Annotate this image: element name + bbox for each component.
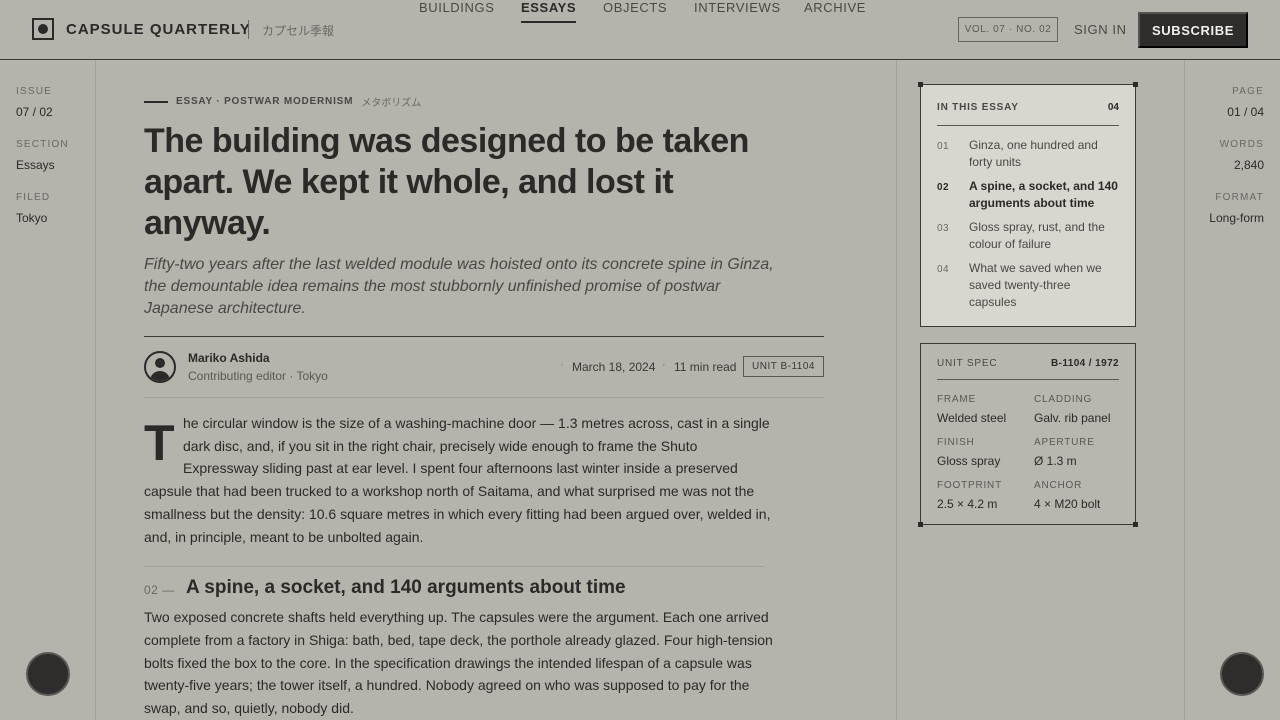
intro-line: he circular window is the size of a wash… [183,415,770,431]
filed-label: FILED [16,192,51,203]
spec-value-cladding: Galv. rib panel [1034,411,1111,425]
article-kicker: ESSAY · POSTWAR MODERNISM メタボリズム [144,94,421,109]
sidebar-divider [896,60,897,720]
spec-label-finish: FINISH [937,437,975,448]
nav-buildings[interactable]: BUILDINGS [419,0,494,21]
spec-id: B-1104 / 1972 [1050,358,1119,369]
site-header: CAPSULE QUARTERLY カプセル季報 BUILDINGS ESSAY… [0,0,1280,60]
kicker-rule [144,100,168,103]
avatar-head [155,358,165,368]
words-value: 2,840 [1233,158,1264,172]
author-name[interactable]: Mariko Ashida [188,351,270,365]
toc-rule [937,125,1119,126]
article-headline: The building was designed to be taken ap… [144,122,749,242]
brand-name-jp: カプセル季報 [262,24,335,38]
section-line: bolts fixed the box to the core. In the … [144,655,752,671]
brand-divider [248,20,249,39]
section-number: 02 — [144,583,175,597]
right-rail-divider [1184,60,1185,720]
kicker-text[interactable]: ESSAY · POSTWAR MODERNISM [176,96,353,107]
spec-value-finish: Gloss spray [937,454,1001,468]
section-line: twenty-five years; the tower itself, a h… [144,677,750,693]
nav-interviews[interactable]: INTERVIEWS [694,0,781,21]
intro-line: smallness but the density: 10.6 square m… [144,506,771,522]
format-value: Long-form [1209,211,1264,225]
spec-label-footprint: FOOTPRINT [937,480,1002,491]
spec-value-aperture: Ø 1.3 m [1034,454,1077,468]
section-line: complete from a factory in Shiga: bath, … [144,632,773,648]
read-time: 11 min read [674,360,737,374]
toc-card: IN THIS ESSAY 04 01 Ginza, one hundred a… [918,82,1138,327]
floating-button-left[interactable] [26,652,70,696]
card-corner [1133,522,1138,527]
filed-value: Tokyo [16,211,48,225]
section-divider [144,566,764,567]
brand-name[interactable]: CAPSULE QUARTERLY [66,21,251,38]
meta-separator: · [560,359,564,371]
publish-date: March 18, 2024 [572,360,656,374]
spec-value-frame: Welded steel [937,411,1007,425]
toc-item-1[interactable]: Ginza, one hundred and forty units [969,137,1119,171]
toc-item-number: 02 [937,182,950,193]
toc-item-number: 04 [937,264,950,275]
spec-value-anchor: 4 × M20 bolt [1034,497,1101,511]
intro-line: capsule that had been trucked to a works… [144,483,755,499]
section-line: swap, and so, quietly, nobody did. [144,700,354,716]
toc-item-2[interactable]: A spine, a socket, and 140 arguments abo… [969,178,1119,212]
format-label: FORMAT [1215,192,1264,203]
toc-item-number: 03 [937,223,950,234]
nav-objects[interactable]: OBJECTS [603,0,667,21]
meta-separator: · [662,359,666,371]
page-value: 01 / 04 [1227,105,1264,119]
spec-heading: UNIT SPEC [937,358,998,369]
intro-line: and, in principle, meant to be unbolted … [144,529,424,545]
capsule-logo-icon[interactable] [32,18,54,40]
avatar-body [150,371,170,381]
spec-label-frame: FRAME [937,394,976,405]
toc-heading: IN THIS ESSAY [937,102,1019,113]
card-corner [918,522,923,527]
spec-label-cladding: CLADDING [1034,394,1093,405]
spec-value-footprint: 2.5 × 4.2 m [937,497,998,511]
sign-in-link[interactable]: SIGN IN [1074,22,1127,37]
card-corner [1133,82,1138,87]
author-role: Contributing editor · Tokyo [188,369,328,383]
byline-bottom-rule [144,397,824,398]
section-heading: A spine, a socket, and 140 arguments abo… [186,577,626,598]
toc-item-number: 01 [937,141,950,152]
spec-label-anchor: ANCHOR [1034,480,1083,491]
section-value: Essays [16,158,55,172]
volume-badge: VOL. 07 · NO. 02 [958,17,1058,42]
toc-item-3[interactable]: Gloss spray, rust, and the colour of fai… [969,219,1119,253]
page-label: PAGE [1232,86,1264,97]
kicker-jp: メタボリズム [361,98,422,109]
unit-spec-card: UNIT SPEC B-1104 / 1972 FRAME Welded ste… [918,343,1138,527]
floating-button-right[interactable] [1220,652,1264,696]
intro-line: Expressway sliding past at ear level. I … [183,460,738,476]
unit-tag: UNIT B-1104 [743,356,824,377]
nav-archive[interactable]: ARCHIVE [804,0,866,21]
subscribe-button[interactable]: SUBSCRIBE [1138,12,1248,48]
drop-cap: T [144,415,175,471]
toc-item-4[interactable]: What we saved when we saved twenty-three… [969,260,1119,311]
spec-rule [937,379,1119,380]
person-icon[interactable] [144,351,176,383]
issue-label: ISSUE [16,86,53,97]
card-corner [918,82,923,87]
words-label: WORDS [1219,139,1264,150]
article-dek: Fifty-two years after the last welded mo… [144,256,774,317]
section-line: Two exposed concrete shafts held everyth… [144,609,769,625]
intro-line: dark disc, and, if you sit in the right … [183,438,698,454]
byline-top-rule [144,336,824,337]
spec-label-aperture: APERTURE [1034,437,1095,448]
section-label: SECTION [16,139,69,150]
toc-count: 04 [1107,102,1119,113]
issue-value: 07 / 02 [16,105,53,119]
nav-essays[interactable]: ESSAYS [521,0,577,23]
left-rail-divider [95,60,96,720]
